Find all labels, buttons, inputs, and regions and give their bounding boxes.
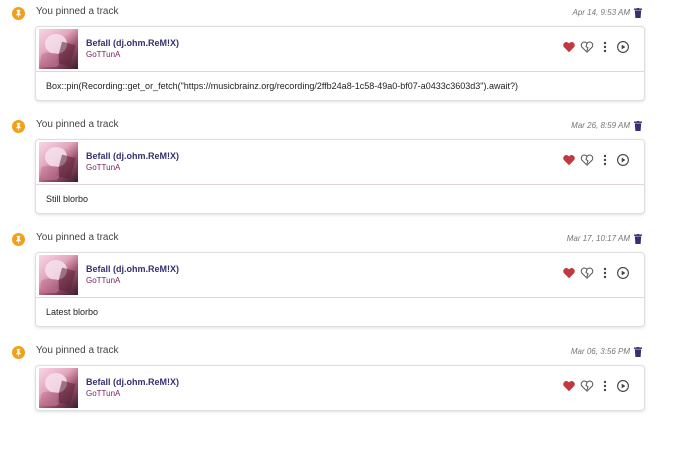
event-description: You pinned a track	[36, 345, 119, 356]
album-cover[interactable]	[39, 255, 78, 295]
event-timestamp: Apr 14, 9:53 AM	[572, 8, 630, 17]
broken-heart-icon[interactable]	[580, 266, 594, 280]
play-icon[interactable]	[616, 266, 630, 280]
heart-icon[interactable]	[562, 40, 576, 54]
trash-icon[interactable]	[634, 234, 642, 244]
track-title-link[interactable]: Befall (dj.ohm.ReM!X)	[86, 38, 179, 48]
more-options-icon[interactable]	[598, 40, 612, 54]
trash-icon[interactable]	[634, 8, 642, 18]
trash-icon[interactable]	[634, 347, 642, 357]
track-title-link[interactable]: Befall (dj.ohm.ReM!X)	[86, 151, 179, 161]
more-options-icon[interactable]	[598, 153, 612, 167]
play-icon[interactable]	[616, 153, 630, 167]
pin-blurb: Still blorbo	[46, 194, 89, 204]
play-icon[interactable]	[616, 40, 630, 54]
broken-heart-icon[interactable]	[580, 379, 594, 393]
event-description: You pinned a track	[36, 232, 119, 243]
feed-event: You pinned a track Mar 17, 10:17 AM Befa…	[0, 226, 690, 338]
track-row: Befall (dj.ohm.ReM!X) GoTTunA	[36, 366, 644, 410]
track-row: Befall (dj.ohm.ReM!X) GoTTunA	[36, 140, 644, 185]
album-cover[interactable]	[39, 142, 78, 182]
heart-icon[interactable]	[562, 379, 576, 393]
track-artist-link[interactable]: GoTTunA	[86, 50, 120, 59]
event-timestamp: Mar 26, 8:59 AM	[571, 121, 630, 130]
pin-blurb: Latest blorbo	[46, 307, 99, 317]
track-artist-link[interactable]: GoTTunA	[86, 389, 120, 398]
trash-icon[interactable]	[634, 121, 642, 131]
event-header: You pinned a track Mar 26, 8:59 AM	[0, 113, 690, 139]
track-title-link[interactable]: Befall (dj.ohm.ReM!X)	[86, 377, 179, 387]
broken-heart-icon[interactable]	[580, 153, 594, 167]
pinned-track-card: Befall (dj.ohm.ReM!X) GoTTunA	[35, 365, 645, 411]
track-title-link[interactable]: Befall (dj.ohm.ReM!X)	[86, 264, 179, 274]
track-actions	[562, 379, 634, 395]
event-header: You pinned a track Mar 06, 3:56 PM	[0, 339, 690, 365]
track-row: Befall (dj.ohm.ReM!X) GoTTunA	[36, 27, 644, 72]
event-description: You pinned a track	[36, 119, 119, 130]
album-cover[interactable]	[39, 368, 78, 408]
track-actions	[562, 153, 634, 169]
track-actions	[562, 40, 634, 56]
pin-icon	[12, 120, 25, 133]
feed-event: You pinned a track Mar 26, 8:59 AM Befal…	[0, 113, 690, 225]
track-artist-link[interactable]: GoTTunA	[86, 276, 120, 285]
more-options-icon[interactable]	[598, 266, 612, 280]
feed-event: You pinned a track Apr 14, 9:53 AM Befal…	[0, 0, 690, 112]
pin-icon	[12, 346, 25, 359]
pinned-track-card: Befall (dj.ohm.ReM!X) GoTTunA Latest blo…	[35, 252, 645, 327]
event-timestamp: Mar 06, 3:56 PM	[570, 347, 630, 356]
more-options-icon[interactable]	[598, 379, 612, 393]
play-icon[interactable]	[616, 379, 630, 393]
event-timestamp: Mar 17, 10:17 AM	[566, 234, 630, 243]
event-header: You pinned a track Mar 17, 10:17 AM	[0, 226, 690, 252]
pinned-track-card: Befall (dj.ohm.ReM!X) GoTTunA Box::pin(R…	[35, 26, 645, 101]
pin-icon	[12, 233, 25, 246]
pinned-track-card: Befall (dj.ohm.ReM!X) GoTTunA Still blor…	[35, 139, 645, 214]
feed-event: You pinned a track Mar 06, 3:56 PM Befal…	[0, 339, 690, 451]
track-row: Befall (dj.ohm.ReM!X) GoTTunA	[36, 253, 644, 298]
album-cover[interactable]	[39, 29, 78, 69]
heart-icon[interactable]	[562, 266, 576, 280]
broken-heart-icon[interactable]	[580, 40, 594, 54]
track-artist-link[interactable]: GoTTunA	[86, 163, 120, 172]
event-header: You pinned a track Apr 14, 9:53 AM	[0, 0, 690, 26]
pin-blurb: Box::pin(Recording::get_or_fetch("https:…	[46, 81, 519, 91]
event-description: You pinned a track	[36, 6, 119, 17]
heart-icon[interactable]	[562, 153, 576, 167]
pin-icon	[12, 7, 25, 20]
track-actions	[562, 266, 634, 282]
